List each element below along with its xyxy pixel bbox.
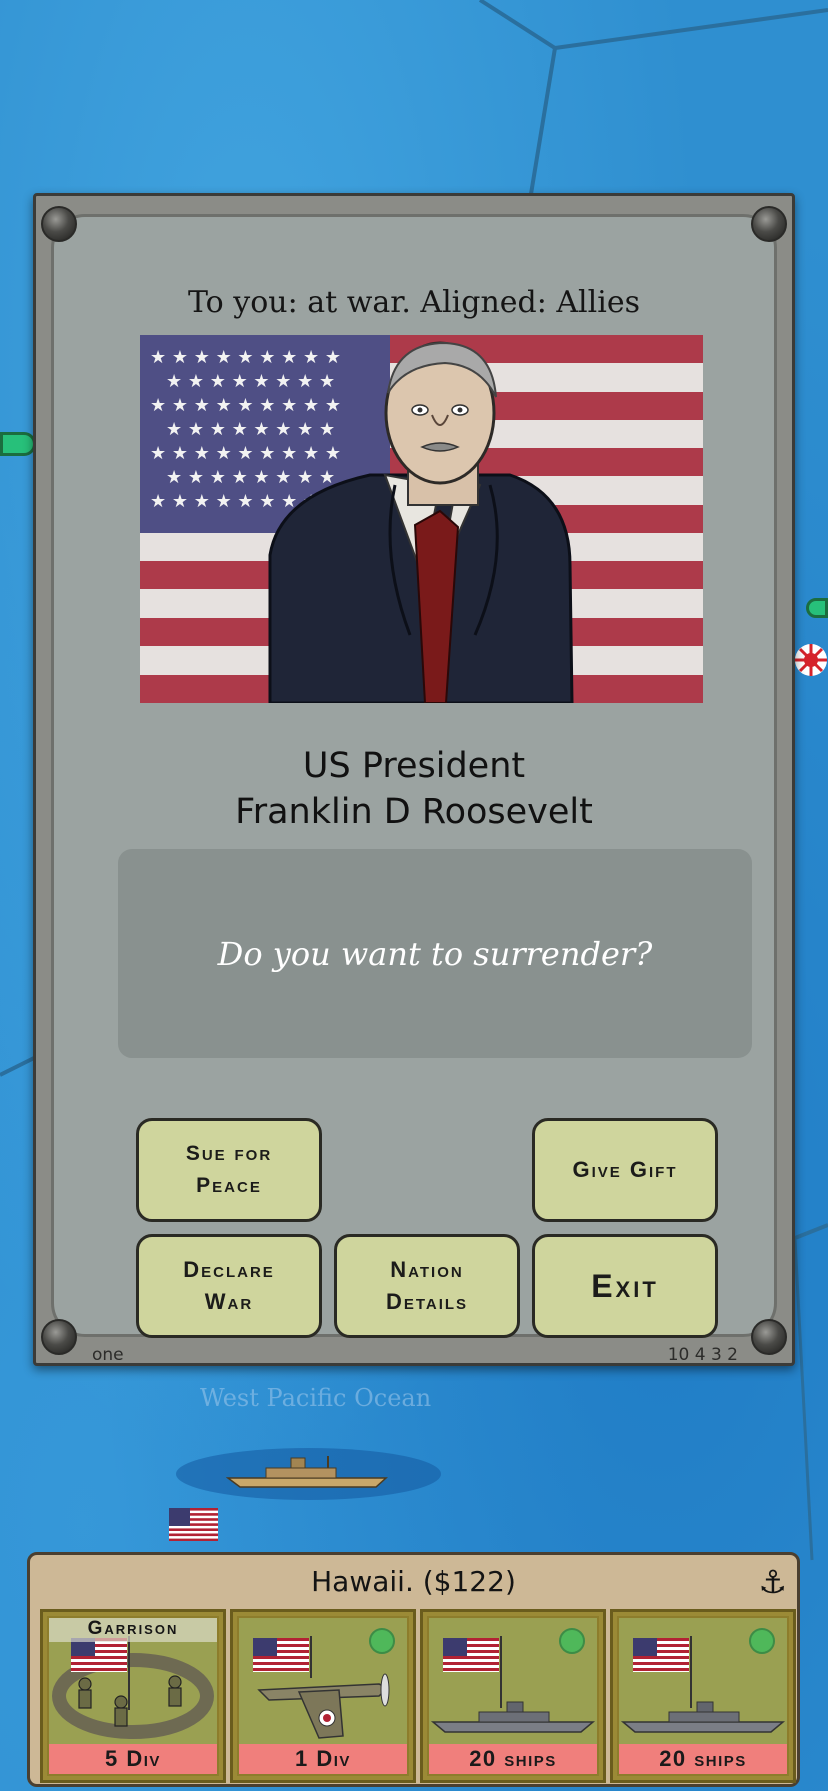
nation-details-button[interactable]: Nation Details — [334, 1234, 520, 1338]
leader-title: US President Franklin D Roosevelt — [54, 743, 774, 835]
us-flag-icon[interactable] — [169, 1508, 218, 1541]
dialog-panel: To you: at war. Aligned: Allies ★ ★ ★ ★ … — [51, 214, 777, 1338]
leader-role: US President — [302, 746, 526, 786]
leader-name: Franklin D Roosevelt — [235, 792, 593, 832]
relation-status-text: To you: at war. Aligned: Allies — [188, 285, 640, 320]
unit-marker-right[interactable] — [806, 598, 828, 618]
message-box: Do you want to surrender? — [118, 849, 752, 1058]
svg-text:★ ★ ★ ★ ★ ★ ★ ★ ★: ★ ★ ★ ★ ★ ★ ★ ★ ★ — [150, 395, 341, 416]
battleship-icon — [226, 1456, 388, 1488]
unit-card-garrison[interactable]: Garrison 5 Div — [40, 1609, 226, 1783]
dialog-footer-right: 10 4 3 2 — [667, 1345, 738, 1365]
unit-card-air[interactable]: 1 Div — [230, 1609, 416, 1783]
svg-text:★ ★ ★ ★ ★ ★ ★ ★ ★: ★ ★ ★ ★ ★ ★ ★ ★ ★ — [150, 347, 341, 368]
message-text: Do you want to surrender? — [217, 934, 653, 973]
sue-for-peace-button[interactable]: Sue for Peace — [136, 1118, 322, 1222]
exit-button[interactable]: Exit — [532, 1234, 718, 1338]
japan-flag-icon[interactable] — [794, 643, 828, 677]
svg-text:★ ★ ★ ★ ★ ★ ★ ★: ★ ★ ★ ★ ★ ★ ★ ★ — [166, 419, 335, 440]
unit-marker-left[interactable] — [0, 432, 36, 456]
region-label: West Pacific Ocean — [200, 1384, 432, 1412]
bolt-icon — [751, 206, 787, 242]
unit-count-label: 20 ships — [619, 1744, 787, 1774]
ready-indicator-icon — [749, 1628, 775, 1654]
unit-count-label: 5 Div — [49, 1744, 217, 1774]
territory-title: Hawaii. ($122) — [311, 1565, 516, 1598]
bolt-icon — [751, 1319, 787, 1355]
svg-text:★ ★ ★ ★ ★ ★ ★ ★ ★: ★ ★ ★ ★ ★ ★ ★ ★ ★ — [150, 443, 341, 464]
leader-portrait: ★ ★ ★ ★ ★ ★ ★ ★ ★ ★ ★ ★ ★ ★ ★ ★ ★ ★ ★ ★ … — [140, 335, 703, 703]
anchor-icon[interactable]: ⚓ — [758, 1563, 787, 1601]
svg-text:★ ★ ★ ★ ★ ★ ★ ★: ★ ★ ★ ★ ★ ★ ★ ★ — [166, 371, 335, 392]
diplomacy-dialog: To you: at war. Aligned: Allies ★ ★ ★ ★ … — [33, 193, 795, 1366]
portrait-image: ★ ★ ★ ★ ★ ★ ★ ★ ★ ★ ★ ★ ★ ★ ★ ★ ★ ★ ★ ★ … — [140, 335, 703, 703]
ready-indicator-icon — [369, 1628, 395, 1654]
svg-text:★ ★ ★ ★ ★ ★ ★ ★: ★ ★ ★ ★ ★ ★ ★ ★ — [166, 467, 335, 488]
unit-card-navy[interactable]: 20 ships — [420, 1609, 606, 1783]
ready-indicator-icon — [559, 1628, 585, 1654]
unit-count-label: 1 Div — [239, 1744, 407, 1774]
unit-tag: Garrison — [49, 1618, 217, 1642]
unit-card-navy[interactable]: 20 ships — [610, 1609, 796, 1783]
give-gift-button[interactable]: Give Gift — [532, 1118, 718, 1222]
dialog-footer-left: one — [92, 1345, 124, 1365]
bolt-icon — [41, 206, 77, 242]
unit-count-label: 20 ships — [429, 1744, 597, 1774]
bolt-icon — [41, 1319, 77, 1355]
declare-war-button[interactable]: Declare War — [136, 1234, 322, 1338]
enemy-fleet-marker[interactable] — [176, 1448, 441, 1500]
territory-panel: Hawaii. ($122) ⚓ Garrison 5 Div 1 Div 20… — [27, 1552, 800, 1787]
